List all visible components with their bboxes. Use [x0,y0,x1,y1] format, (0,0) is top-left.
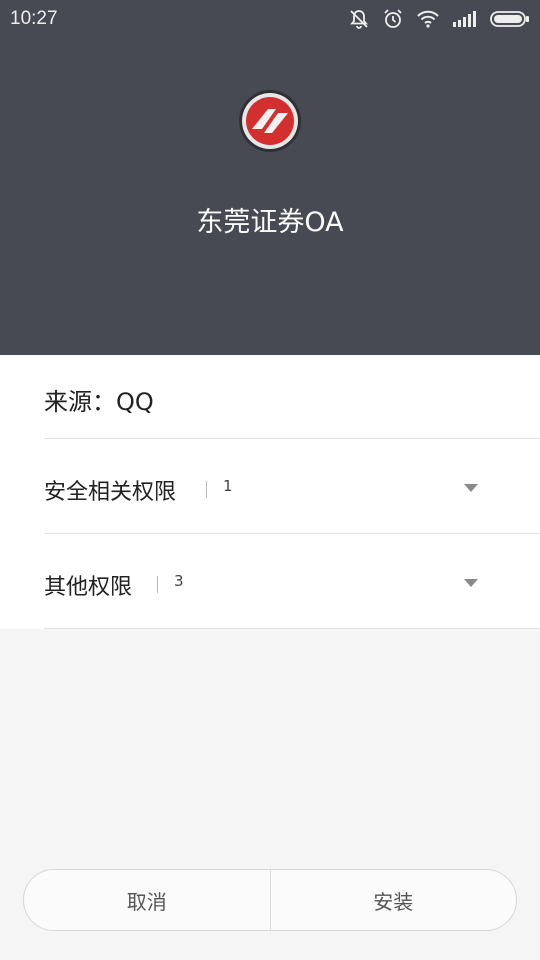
status-bar: 10:27 [0,0,540,38]
permission-row-other[interactable]: 其他权限 3 [44,534,540,629]
source-label: 来源：QQ [44,388,154,416]
permission-label: 安全相关权限 [44,480,177,505]
permission-label: 其他权限 [44,575,133,600]
app-name: 东莞证券OA [196,207,344,238]
cancel-button[interactable]: 取消 [24,870,270,930]
installer-screen: 10:27 东莞证券OA 来源：QQ 安全相关权限 1 其他权限 3 取消 安装 [0,0,540,960]
info-panel: 来源：QQ 安全相关权限 1 其他权限 3 [0,355,540,629]
wifi-icon [417,10,439,28]
chevron-down-icon[interactable] [464,484,478,492]
permission-count: 1 [223,477,233,495]
install-button[interactable]: 安装 [271,870,517,930]
status-icons [348,7,530,31]
status-time: 10:27 [10,8,58,29]
separator [206,481,207,498]
silent-bell-icon [350,10,368,29]
separator [157,576,158,593]
signal-icon [453,11,476,27]
chevron-down-icon[interactable] [464,579,478,587]
app-header: 10:27 东莞证券OA [0,0,540,355]
source-row: 来源：QQ [44,355,540,439]
action-buttons: 取消 安装 [23,869,517,931]
alarm-icon [384,9,402,28]
permission-row-security[interactable]: 安全相关权限 1 [44,439,540,534]
permission-count: 3 [174,572,184,590]
battery-icon [490,11,529,27]
app-logo-icon [239,90,301,152]
